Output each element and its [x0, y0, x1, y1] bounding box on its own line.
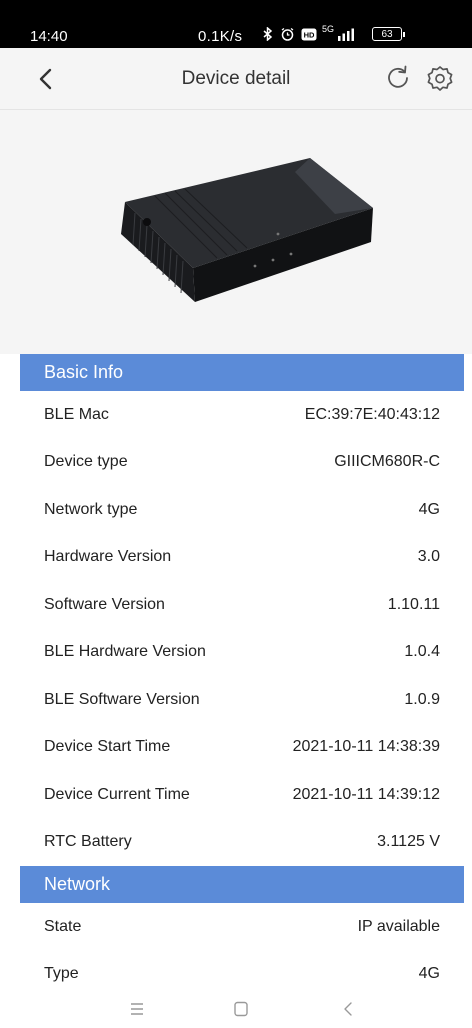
alarm-icon [280, 27, 295, 41]
svg-text:HD: HD [304, 30, 315, 39]
home-nav-button[interactable] [228, 998, 254, 1020]
row-label: Network type [44, 500, 138, 518]
row-value: 2021-10-11 14:39:12 [292, 785, 440, 803]
info-row-rtc-battery: RTC Battery 3.1125 V [20, 818, 464, 865]
info-row-ble-software-version: BLE Software Version 1.0.9 [20, 676, 464, 723]
info-row-ble-hardware-version: BLE Hardware Version 1.0.4 [20, 628, 464, 675]
section-header-network: Network [20, 866, 464, 903]
info-row-device-type: Device type GIIICM680R-C [20, 438, 464, 485]
refresh-icon [388, 65, 408, 88]
info-row-software-version: Software Version 1.10.11 [20, 581, 464, 628]
settings-button[interactable] [424, 63, 456, 95]
network-speed: 0.1K/s [198, 28, 243, 45]
device-image [121, 158, 373, 302]
row-label: Type [44, 964, 79, 982]
status-time: 14:40 [30, 28, 68, 45]
row-value: 4G [418, 500, 440, 518]
row-label: BLE Software Version [44, 690, 200, 708]
info-row-network-state: State IP available [20, 903, 464, 950]
refresh-button[interactable] [383, 63, 413, 93]
row-label: Hardware Version [44, 547, 172, 565]
system-navigation-bar [0, 990, 472, 1028]
row-value: 1.0.4 [404, 642, 440, 660]
info-row-device-current-time: Device Current Time 2021-10-11 14:39:12 [20, 771, 464, 818]
row-label: BLE Hardware Version [44, 642, 206, 660]
back-nav-button[interactable] [336, 998, 362, 1020]
row-label: Device Current Time [44, 785, 190, 803]
row-value: 2021-10-11 14:38:39 [292, 737, 440, 755]
row-label: State [44, 917, 82, 935]
section-header-basic-info: Basic Info [20, 354, 464, 391]
row-label: Device type [44, 452, 128, 470]
menu-icon [131, 1003, 143, 1015]
device-image-area [0, 110, 472, 354]
battery-indicator: 63 [372, 27, 405, 41]
info-row-hardware-version: Hardware Version 3.0 [20, 533, 464, 580]
row-value: GIIICM680R-C [334, 452, 440, 470]
row-value: 1.0.9 [404, 690, 440, 708]
info-row-ble-mac: BLE Mac EC:39:7E:40:43:12 [20, 391, 464, 438]
home-icon [234, 1001, 248, 1017]
row-label: BLE Mac [44, 405, 109, 423]
info-row-device-start-time: Device Start Time 2021-10-11 14:38:39 [20, 723, 464, 770]
bluetooth-icon [262, 27, 274, 41]
signal-label: 5G [322, 24, 335, 34]
row-value: IP available [357, 917, 440, 935]
row-value: 3.0 [417, 547, 440, 565]
back-nav-icon [344, 1002, 352, 1016]
row-label: Software Version [44, 595, 165, 613]
signal-strength-icon: 5G [322, 24, 356, 41]
row-value: EC:39:7E:40:43:12 [304, 405, 440, 423]
app-header: Device detail [0, 48, 472, 110]
gear-icon [427, 66, 453, 91]
menu-nav-button[interactable] [124, 998, 150, 1020]
row-label: Device Start Time [44, 737, 171, 755]
hd-icon: HD [301, 27, 317, 41]
info-row-network-type: Network type 4G [20, 486, 464, 533]
row-value: 1.10.11 [387, 595, 440, 613]
row-label: RTC Battery [44, 832, 132, 850]
status-bar: 14:40 0.1K/s HD 5G 63 [0, 0, 472, 48]
row-value: 4G [418, 964, 440, 982]
row-value: 3.1125 V [377, 832, 440, 850]
